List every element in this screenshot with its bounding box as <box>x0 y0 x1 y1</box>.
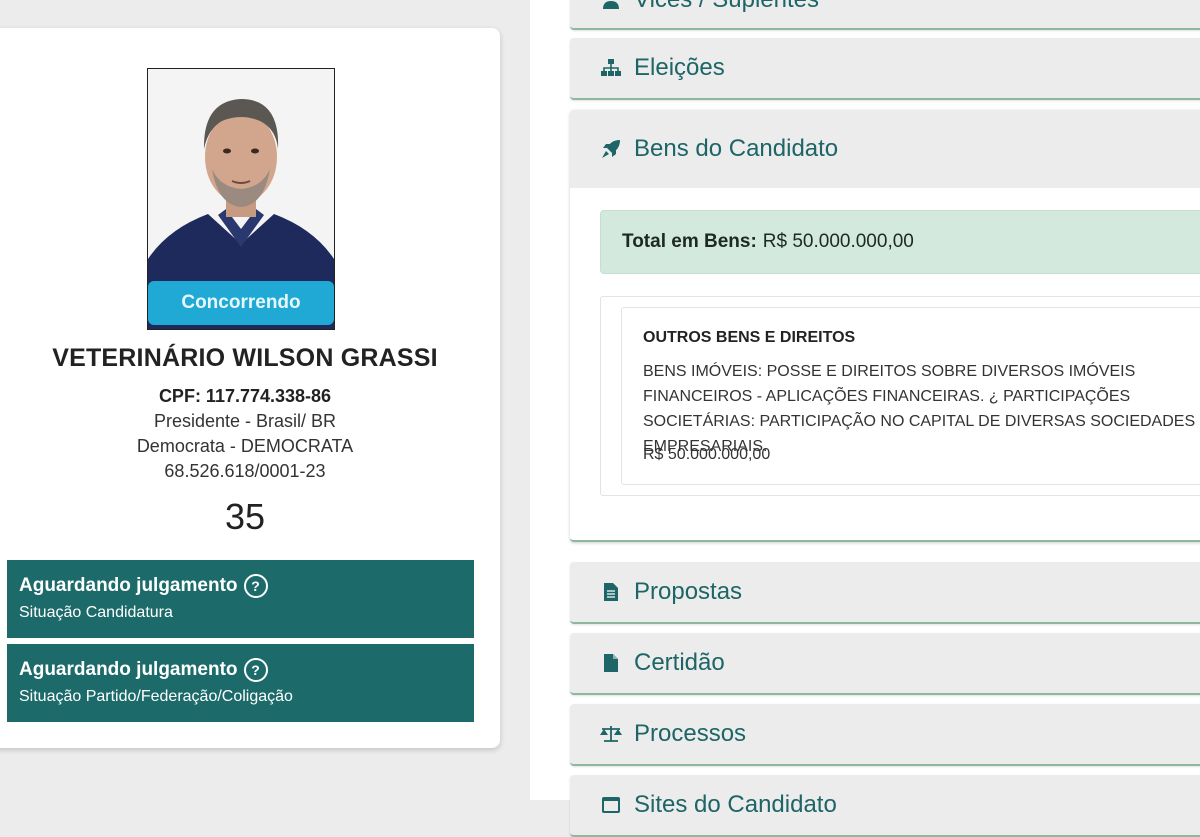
candidate-party: Democrata - DEMOCRATA <box>136 436 354 456</box>
user-icon <box>600 0 622 9</box>
file-icon <box>600 654 622 672</box>
section-processos[interactable]: Processos <box>570 704 1200 766</box>
help-icon[interactable]: ? <box>243 574 268 598</box>
list-item: OUTROS BENS E DIREITOS BENS IMÓVEIS: POS… <box>621 307 1200 485</box>
section-eleicoes-label: Eleições <box>634 54 725 81</box>
help-icon[interactable]: ? <box>243 658 268 682</box>
section-bens: Bens do Candidato Total em Bens: R$ 50.0… <box>570 110 1200 542</box>
section-sites-label: Sites do Candidato <box>634 791 837 818</box>
bem-title: OUTROS BENS E DIREITOS <box>643 329 856 346</box>
status-candidatura-subtitle: Situação Candidatura <box>19 604 173 621</box>
total-bens-value: R$ 50.000.000,00 <box>762 231 914 252</box>
sitemap-icon <box>600 59 622 77</box>
status-candidatura: Aguardando julgamento ? Situação Candida… <box>7 560 474 638</box>
bem-value: R$ 50.000.000,00 <box>643 446 771 463</box>
candidate-office: Presidente - Brasil/ BR <box>153 411 337 431</box>
section-propostas-label: Propostas <box>634 578 743 605</box>
bens-list: OUTROS BENS E DIREITOS BENS IMÓVEIS: POS… <box>600 296 1200 496</box>
status-candidatura-title: Aguardando julgamento <box>19 575 238 596</box>
section-processos-label: Processos <box>634 720 747 747</box>
bem-description: BENS IMÓVEIS: POSSE E DIREITOS SOBRE DIV… <box>643 363 1196 455</box>
section-certidao[interactable]: Certidão <box>570 633 1200 695</box>
candidacy-status-badge: Concorrendo <box>148 281 334 325</box>
candidate-cpf: CPF: 117.774.338-86 <box>158 386 332 406</box>
candidate-details: CPF: 117.774.338-86 Presidente - Brasil/… <box>0 384 500 484</box>
details-panel: Vices / Suplentes Eleições Bens do Candi… <box>530 0 1200 837</box>
status-partido-subtitle: Situação Partido/Federação/Coligação <box>19 688 293 705</box>
window-icon <box>600 797 622 813</box>
balance-scale-icon <box>600 725 622 743</box>
candidate-number: 35 <box>224 496 266 537</box>
total-bens: Total em Bens: R$ 50.000.000,00 <box>600 210 1200 274</box>
candidate-name: VETERINÁRIO WILSON GRASSI <box>52 344 438 372</box>
status-partido-title: Aguardando julgamento <box>19 659 238 680</box>
section-certidao-label: Certidão <box>634 649 725 676</box>
candidate-card: Concorrendo VETERINÁRIO WILSON GRASSI CP… <box>0 28 500 748</box>
section-eleicoes[interactable]: Eleições <box>570 38 1200 100</box>
rocket-icon <box>600 139 622 159</box>
section-bens-header[interactable]: Bens do Candidato <box>570 110 1200 188</box>
section-propostas[interactable]: Propostas <box>570 562 1200 624</box>
section-bens-label: Bens do Candidato <box>634 135 839 162</box>
candidate-cnpj: 68.526.618/0001-23 <box>164 461 326 481</box>
section-vices[interactable]: Vices / Suplentes <box>570 0 1200 30</box>
candidate-photo: Concorrendo <box>147 68 335 330</box>
total-bens-label: Total em Bens: <box>622 231 757 252</box>
status-partido: Aguardando julgamento ? Situação Partido… <box>7 644 474 722</box>
section-vices-label: Vices / Suplentes <box>634 0 819 14</box>
section-sites[interactable]: Sites do Candidato <box>570 775 1200 837</box>
file-text-icon <box>600 583 622 601</box>
